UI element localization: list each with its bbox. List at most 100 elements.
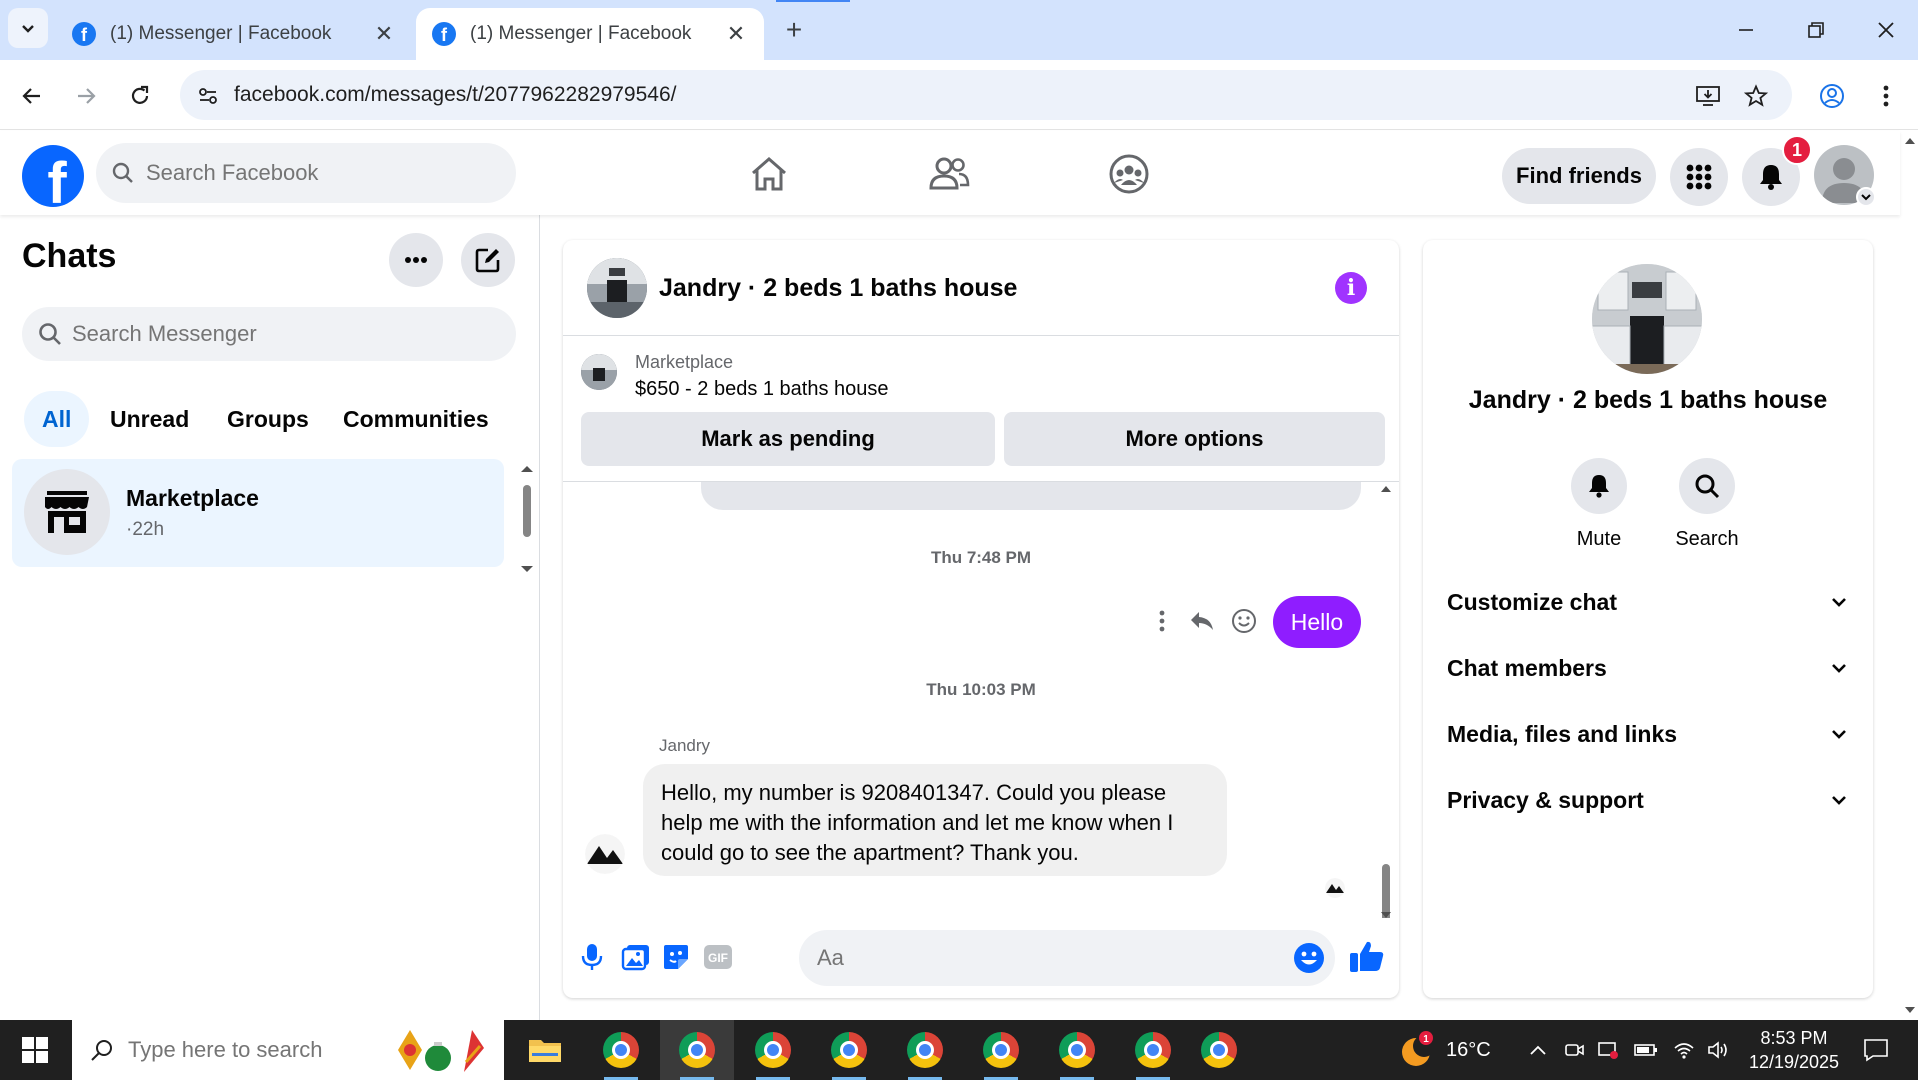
privacy-support-section[interactable]: Privacy & support: [1423, 769, 1873, 831]
close-tab-icon[interactable]: ✕: [724, 21, 748, 47]
forward-button[interactable]: [66, 76, 106, 116]
chats-scrollbar[interactable]: [520, 465, 534, 573]
filter-unread[interactable]: Unread: [92, 391, 207, 447]
voice-clip-button[interactable]: [575, 940, 609, 974]
bookmark-star-icon[interactable]: [1742, 82, 1770, 110]
gif-button[interactable]: GIF: [701, 940, 735, 974]
message-list[interactable]: Thu 7:48 PM Hello Thu 10:03 PM Jandry He…: [563, 482, 1399, 918]
chrome-taskbar-icon[interactable]: [736, 1020, 810, 1080]
chat-options-button[interactable]: [389, 233, 443, 287]
outgoing-message-bubble[interactable]: Hello: [1273, 596, 1361, 648]
sender-avatar[interactable]: [585, 834, 625, 874]
facebook-logo-icon[interactable]: f: [22, 145, 84, 207]
account-chevron-icon[interactable]: [1856, 187, 1876, 207]
home-nav-button[interactable]: [744, 149, 794, 199]
restore-button[interactable]: [1794, 12, 1838, 48]
image-gallery-icon: [621, 945, 649, 971]
info-icon[interactable]: i: [1335, 272, 1367, 304]
chrome-taskbar-icon-active[interactable]: [660, 1020, 734, 1080]
chrome-profile-taskbar-icon[interactable]: [1182, 1020, 1256, 1080]
back-button[interactable]: [12, 76, 52, 116]
page-scrollbar[interactable]: [1902, 131, 1918, 1020]
customize-chat-section[interactable]: Customize chat: [1423, 571, 1873, 633]
message-list-scrollbar[interactable]: [1378, 482, 1394, 962]
notification-center-button[interactable]: [1858, 1038, 1894, 1062]
grid-menu-icon: [1686, 164, 1712, 190]
message-more-button[interactable]: [1147, 606, 1177, 636]
emoji-icon[interactable]: [1293, 942, 1325, 974]
mute-action[interactable]: Mute: [1554, 458, 1644, 551]
profile-button[interactable]: [1812, 76, 1852, 116]
incoming-message-bubble[interactable]: Hello, my number is 9208401347. Could yo…: [643, 764, 1227, 876]
chrome-taskbar-icon[interactable]: [812, 1020, 886, 1080]
filter-groups[interactable]: Groups: [209, 391, 327, 447]
chrome-taskbar-icon[interactable]: [1116, 1020, 1190, 1080]
filter-all[interactable]: All: [24, 391, 90, 447]
groups-nav-button[interactable]: [1104, 149, 1154, 199]
browser-tab-2[interactable]: f (1) Messenger | Facebook ✕: [416, 8, 764, 60]
url-text[interactable]: facebook.com/messages/t/2077962282979546…: [234, 83, 677, 107]
conversation-title[interactable]: Jandry · 2 beds 1 baths house: [659, 274, 1017, 303]
menu-button[interactable]: [1670, 148, 1728, 206]
browser-tab-1[interactable]: f (1) Messenger | Facebook ✕: [56, 8, 412, 60]
chrome-icon: [907, 1032, 943, 1068]
search-in-conversation-button[interactable]: [1679, 458, 1735, 514]
message-input[interactable]: [817, 945, 1237, 971]
messenger-search-input[interactable]: [72, 321, 472, 347]
chrome-taskbar-icon[interactable]: [964, 1020, 1038, 1080]
start-button[interactable]: [0, 1020, 70, 1080]
reload-button[interactable]: [120, 76, 160, 116]
tab-search-button[interactable]: [8, 8, 48, 48]
weather-moon-icon: 1: [1402, 1031, 1435, 1066]
more-options-button[interactable]: More options: [1004, 412, 1385, 466]
reply-button[interactable]: [1187, 606, 1217, 636]
new-tab-button[interactable]: +: [778, 14, 810, 46]
mute-button[interactable]: [1571, 458, 1627, 514]
react-button[interactable]: [1229, 606, 1259, 636]
minimize-button[interactable]: [1724, 12, 1768, 48]
new-message-button[interactable]: [461, 233, 515, 287]
install-app-icon[interactable]: [1694, 82, 1722, 110]
taskbar-clock[interactable]: 8:53 PM 12/19/2025: [1740, 1026, 1848, 1074]
message-input-box[interactable]: [799, 930, 1335, 986]
site-settings-icon[interactable]: [194, 82, 222, 110]
facebook-search-input[interactable]: [146, 160, 486, 186]
volume-icon[interactable]: [1706, 1038, 1730, 1062]
facebook-search-box[interactable]: [96, 143, 516, 203]
details-avatar[interactable]: [1592, 264, 1702, 374]
battery-icon[interactable]: [1634, 1038, 1658, 1062]
sticker-button[interactable]: [659, 940, 693, 974]
display-recording-icon[interactable]: [1596, 1038, 1620, 1062]
taskbar-search-box[interactable]: [72, 1020, 504, 1080]
chevron-down-icon: [1832, 664, 1846, 673]
listing-price-title[interactable]: $650 - 2 beds 1 baths house: [635, 378, 889, 401]
chrome-taskbar-icon[interactable]: [1040, 1020, 1114, 1080]
show-hidden-icons-button[interactable]: [1526, 1038, 1550, 1062]
chat-list-item[interactable]: Marketplace ·22h: [12, 459, 504, 567]
close-tab-icon[interactable]: ✕: [372, 21, 396, 47]
conversation-avatar[interactable]: [587, 258, 647, 318]
wifi-icon[interactable]: [1672, 1038, 1696, 1062]
media-files-links-section[interactable]: Media, files and links: [1423, 703, 1873, 765]
messenger-search-box[interactable]: [22, 307, 516, 361]
browser-menu-button[interactable]: [1866, 76, 1906, 116]
taskbar-search-input[interactable]: [128, 1037, 328, 1063]
file-explorer-taskbar-icon[interactable]: [508, 1020, 582, 1080]
close-window-button[interactable]: [1864, 12, 1908, 48]
search-action[interactable]: Search: [1662, 458, 1752, 551]
mark-as-pending-button[interactable]: Mark as pending: [581, 412, 995, 466]
filter-communities[interactable]: Communities: [325, 391, 507, 447]
listing-thumbnail[interactable]: [581, 354, 617, 390]
attach-photo-button[interactable]: [619, 940, 653, 974]
chevron-down-icon: [1832, 730, 1846, 739]
meet-now-icon[interactable]: [1562, 1038, 1586, 1062]
chat-members-section[interactable]: Chat members: [1423, 637, 1873, 699]
send-like-button[interactable]: [1347, 936, 1387, 976]
chrome-taskbar-icon[interactable]: [584, 1020, 658, 1080]
folder-icon: [529, 1040, 561, 1062]
chrome-taskbar-icon[interactable]: [888, 1020, 962, 1080]
address-bar[interactable]: facebook.com/messages/t/2077962282979546…: [180, 70, 1792, 120]
friends-nav-button[interactable]: [924, 149, 974, 199]
weather-widget[interactable]: 1 16°C: [1398, 1020, 1491, 1080]
find-friends-button[interactable]: Find friends: [1502, 148, 1656, 204]
